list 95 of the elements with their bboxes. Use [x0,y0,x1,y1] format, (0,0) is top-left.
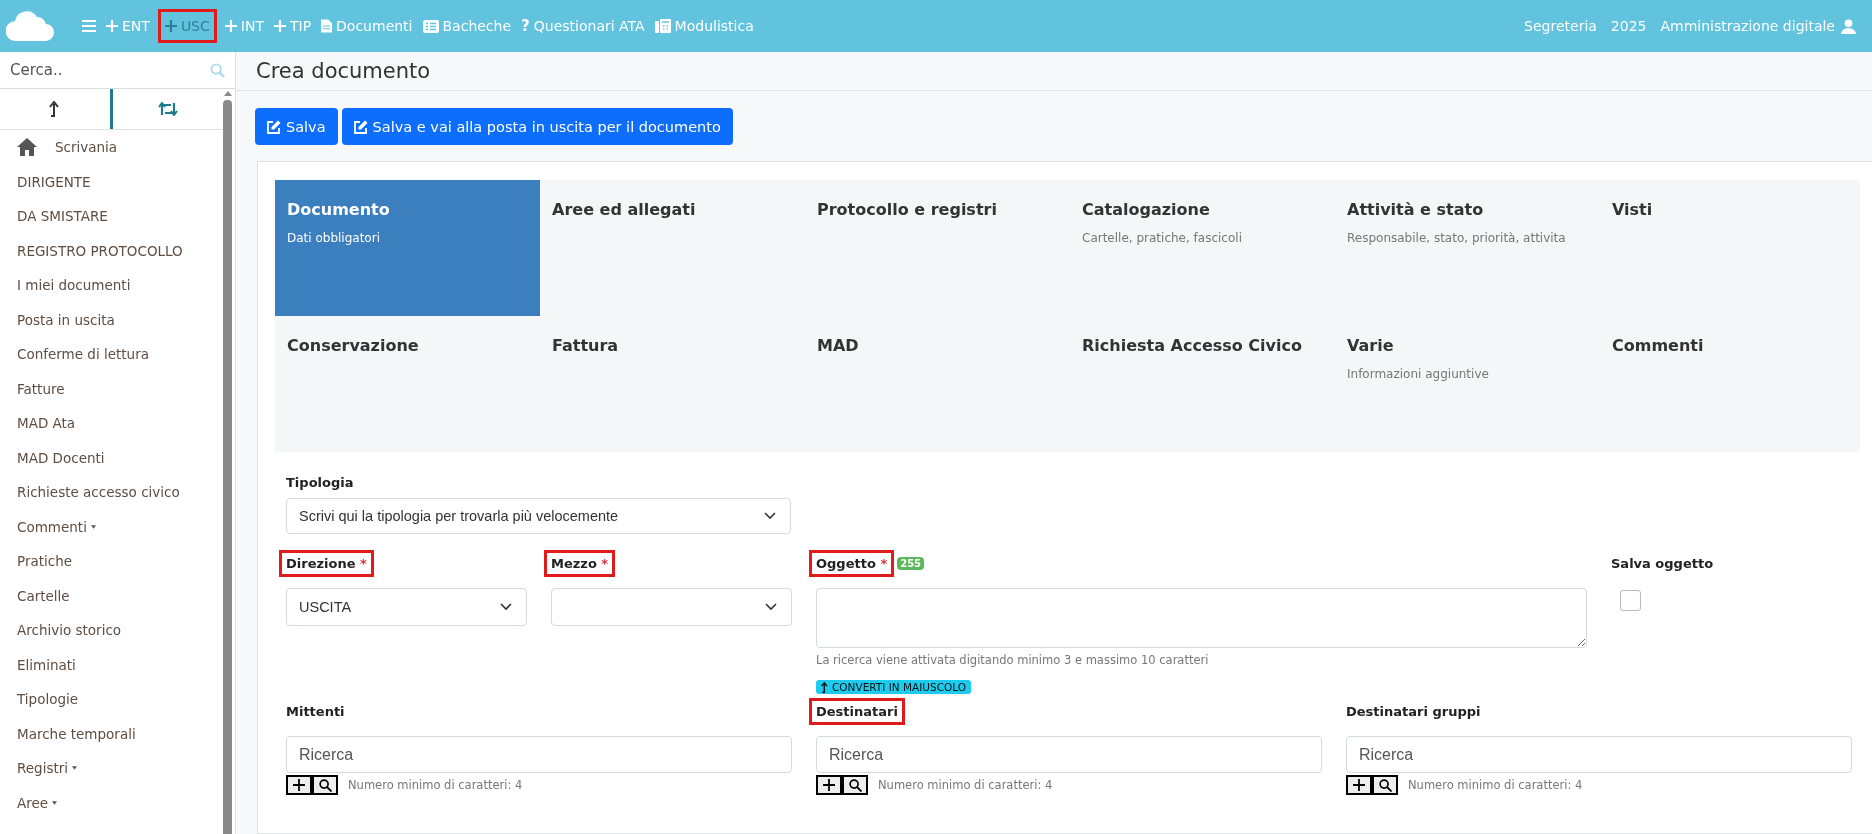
cloud-logo-icon[interactable] [6,11,54,41]
search-field[interactable]: Ricerca [1346,736,1852,773]
caret-icon [52,800,58,805]
checkbox[interactable] [1620,590,1641,611]
search-field[interactable]: Ricerca [816,736,1322,773]
plus-icon [164,20,177,32]
list-icon [422,19,439,33]
section-tab[interactable]: Documento Dati obbligatori [275,180,540,316]
sidebar-item[interactable]: Pratiche [0,544,223,579]
medium-select[interactable] [551,588,792,626]
sidebar-item[interactable]: Richieste accesso civico [0,475,223,510]
add-button[interactable] [816,775,842,795]
sidebar-item[interactable]: MAD Docenti [0,440,223,475]
chevron-down-icon [764,512,776,520]
page-title: Crea documento [256,59,431,83]
user-icon[interactable] [1841,18,1856,34]
search-button[interactable] [312,775,338,795]
character-counter: 255 [897,557,925,570]
edit-icon [353,119,368,134]
chevron-down-icon [500,603,512,611]
fax-machine-icon [654,19,671,33]
section-tab[interactable]: Fattura [540,316,805,452]
document-icon [321,19,333,33]
plus-icon [293,779,305,791]
sidebar-item[interactable]: Conferme di lettura [0,337,223,372]
sidebar-item[interactable]: Registri [0,751,223,786]
field-label: Oggetto * [809,550,895,577]
typology-select[interactable]: Scrivi qui la tipologia per trovarla più velocemente [286,498,791,534]
section-tab[interactable]: Catalogazione Cartelle, pratiche, fascicoli [1070,180,1335,316]
sidebar-item[interactable]: REGISTRO PROTOCOLLO [0,233,223,268]
section-tab[interactable]: Attività e stato Responsabile, stato, priorità, attivita [1335,180,1600,316]
sidebar-item[interactable]: Marche temporali [0,716,223,751]
caret-icon [72,766,78,771]
sidebar-item[interactable]: MAD Ata [0,406,223,441]
scrollbar[interactable] [223,91,232,834]
curved-arrow-icon [821,681,829,693]
field-label: Mezzo * [544,550,616,577]
plus-icon [1353,779,1365,791]
add-button[interactable] [1346,775,1372,795]
add-button[interactable] [286,775,312,795]
sidebar-item[interactable]: Eliminati [0,647,223,682]
sidebar-item[interactable]: DA SMISTARE [0,199,223,234]
section-tab[interactable]: Aree ed allegati [540,180,805,316]
section-tab[interactable]: Richiesta Accesso Civico [1070,316,1335,452]
home-icon [17,138,37,157]
menu-icon[interactable] [82,20,96,32]
field-label: Destinatari [809,698,905,725]
sidebar-search-field[interactable]: Cerca.. [8,60,210,80]
edit-icon [267,119,281,134]
search-icon [1378,778,1392,792]
field-label: Direzione * [279,550,374,577]
search-icon [318,778,332,792]
sidebar-item[interactable]: Commenti [0,509,223,544]
sidebar-item[interactable]: Posta in uscita [0,302,223,337]
hint-text: Numero minimo di caratteri: 4 [878,778,1053,792]
search-icon [848,778,862,792]
section-tab[interactable]: MAD [805,316,1070,452]
section-tab[interactable]: Conservazione [275,316,540,452]
field-label: Salva oggetto [1611,556,1714,571]
search-button[interactable] [842,775,868,795]
section-tab[interactable]: Visti [1600,180,1865,316]
field-label: Tipologia [286,475,354,490]
sidebar-item[interactable]: Aree [0,785,223,820]
sidebar-item[interactable]: Scrivania [0,130,223,165]
search-button[interactable] [1372,775,1398,795]
field-label: Destinatari gruppi [1346,704,1481,719]
save-button[interactable]: Salva [255,108,338,145]
curved-arrow-icon [49,101,61,117]
plus-icon [273,20,286,32]
save-button[interactable]: Salva e vai alla posta in uscita per il documento [341,108,733,145]
search-icon [210,62,225,78]
plus-icon [106,20,118,32]
hint-text: Numero minimo di caratteri: 4 [348,778,523,792]
hint-text: Numero minimo di caratteri: 4 [1408,778,1583,792]
caret-icon [90,524,96,529]
sidebar-item[interactable]: I miei documenti [0,268,223,303]
convert-uppercase-button[interactable]: CONVERTI IN MAIUSCOLO [816,680,971,694]
sidebar-item[interactable]: Archivio storico [0,613,223,648]
hint-text: La ricerca viene attivata digitando minimo 3 e massimo 10 caratteri [816,653,1210,667]
plus-icon [224,20,237,32]
sidebar-item[interactable]: DIRIGENTE [0,164,223,199]
field-label: Mittenti [286,704,345,719]
question-icon: ? [521,17,530,35]
sidebar-item[interactable]: Cartelle [0,578,223,613]
sidebar-item[interactable]: Tipologie [0,682,223,717]
subject-field[interactable] [816,588,1587,648]
swap-arrows-icon [158,102,178,116]
section-tab[interactable]: Commenti [1600,316,1865,452]
section-tab[interactable]: Protocollo e registri [805,180,1070,316]
chevron-down-icon [765,603,777,611]
search-field[interactable]: Ricerca [286,736,792,773]
plus-icon [823,779,835,791]
sidebar-item[interactable]: Fatture [0,371,223,406]
direction-select[interactable]: USCITA [286,588,527,626]
section-tab[interactable]: Varie Informazioni aggiuntive [1335,316,1600,452]
